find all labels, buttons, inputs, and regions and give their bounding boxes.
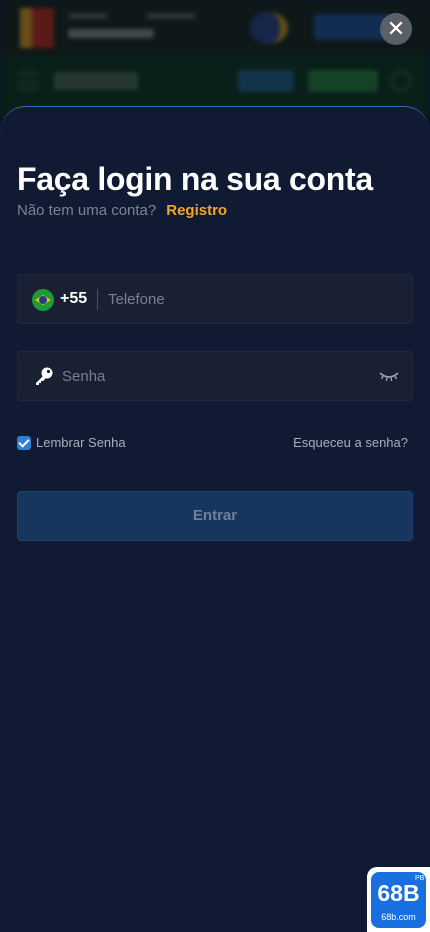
- watermark-logo: 68B 68b.com PB: [371, 872, 426, 928]
- brazil-flag-icon[interactable]: [32, 289, 54, 311]
- close-button[interactable]: ✕: [380, 13, 412, 45]
- watermark-brand: 68B: [377, 880, 420, 906]
- remember-password[interactable]: Lembrar Senha: [17, 435, 126, 450]
- remember-checkbox[interactable]: [17, 435, 31, 450]
- page-title: Faça login na sua conta: [17, 161, 373, 197]
- country-code[interactable]: +55: [60, 290, 87, 308]
- brand-watermark: 68B 68b.com PB: [367, 867, 430, 932]
- watermark-tag: PB: [415, 875, 425, 882]
- field-divider: [97, 289, 98, 310]
- register-prompt-text: Não tem uma conta?: [17, 202, 157, 219]
- watermark-domain: 68b.com: [381, 912, 416, 922]
- password-field[interactable]: [17, 351, 413, 401]
- phone-field[interactable]: +55: [17, 274, 413, 324]
- flag-globe: [39, 296, 47, 304]
- register-prompt: Não tem uma conta? Registro: [17, 202, 227, 219]
- password-input[interactable]: [62, 352, 372, 400]
- login-screen: ✕ Faça login na sua conta Não tem uma co…: [0, 0, 430, 932]
- phone-input[interactable]: [108, 275, 398, 323]
- login-modal: Faça login na sua conta Não tem uma cont…: [0, 106, 430, 932]
- login-button[interactable]: Entrar: [17, 491, 413, 541]
- remember-label[interactable]: Lembrar Senha: [36, 435, 126, 450]
- register-link[interactable]: Registro: [166, 202, 227, 219]
- close-icon: ✕: [386, 16, 406, 41]
- forgot-password-link[interactable]: Esqueceu a senha?: [293, 435, 408, 450]
- eye-closed-icon[interactable]: [379, 369, 399, 383]
- key-icon: [36, 367, 53, 385]
